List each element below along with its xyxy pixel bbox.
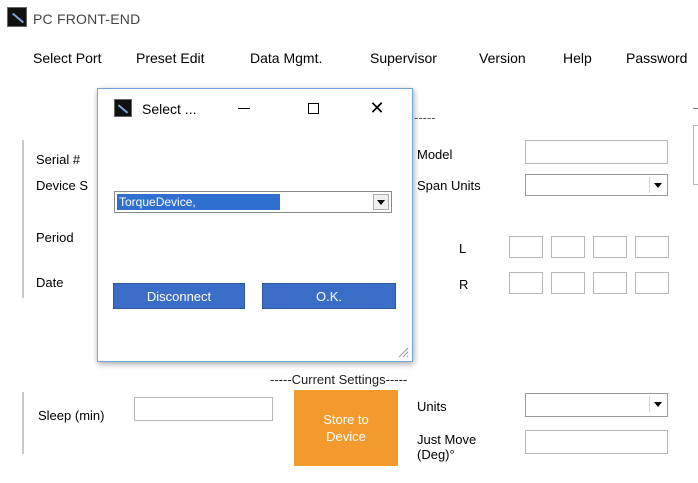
l-field-4[interactable] — [635, 236, 669, 258]
menu-password[interactable]: Password — [626, 50, 687, 66]
span-units-dropdown[interactable] — [525, 174, 668, 196]
sleep-field[interactable] — [134, 397, 273, 421]
maximize-icon — [307, 102, 319, 114]
minimize-button[interactable] — [223, 93, 265, 123]
r-field-1[interactable] — [509, 272, 543, 294]
date-label: Date — [36, 275, 64, 290]
model-label: Model — [417, 147, 453, 162]
units-label: Units — [417, 399, 447, 414]
period-label: Period — [36, 230, 74, 245]
section-divider-top: ----- — [414, 110, 436, 125]
menu-supervisor[interactable]: Supervisor — [370, 50, 437, 66]
l-field-1[interactable] — [509, 236, 543, 258]
app-icon — [7, 7, 27, 27]
l-field-3[interactable] — [593, 236, 627, 258]
device-select-dropdown[interactable]: TorqueDevice, — [114, 191, 392, 213]
maximize-button[interactable] — [292, 93, 334, 123]
side-panel-edge — [693, 125, 698, 185]
chevron-down-icon — [649, 396, 665, 412]
select-port-dialog: Select ... ✕ TorqueDevice, Disconnect O.… — [97, 88, 413, 362]
store-to-device-button[interactable]: Store to Device — [294, 390, 398, 466]
menu-data-mgmt[interactable]: Data Mgmt. — [250, 50, 322, 66]
r-label: R — [459, 277, 469, 292]
l-field-2[interactable] — [551, 236, 585, 258]
menu-version[interactable]: Version — [479, 50, 526, 66]
settings-border-left — [22, 392, 24, 454]
chevron-down-icon — [373, 194, 389, 210]
l-label: L — [459, 241, 467, 256]
resize-grip-icon[interactable] — [397, 346, 409, 358]
divider-stub — [693, 108, 698, 109]
model-field[interactable] — [525, 140, 668, 164]
sleep-label: Sleep (min) — [38, 408, 105, 423]
device-select-value: TorqueDevice, — [117, 194, 280, 210]
window-title: PC FRONT-END — [33, 11, 141, 27]
chevron-down-icon — [649, 177, 665, 193]
span-units-label: Span Units — [417, 178, 481, 193]
units-dropdown[interactable] — [525, 393, 668, 417]
disconnect-button[interactable]: Disconnect — [113, 283, 245, 309]
current-settings-heading: -----Current Settings----- — [270, 372, 408, 387]
dialog-app-icon — [114, 99, 132, 117]
menu-select-port[interactable]: Select Port — [33, 50, 101, 66]
ok-button[interactable]: O.K. — [262, 283, 396, 309]
close-icon: ✕ — [369, 97, 385, 118]
just-move-label: Just Move (Deg)° — [417, 432, 477, 462]
r-field-4[interactable] — [635, 272, 669, 294]
menu-bar: Select Port Preset Edit Data Mgmt. Super… — [0, 46, 698, 72]
serial-label: Serial # — [36, 152, 81, 167]
just-move-field[interactable] — [525, 430, 668, 454]
group-border-left — [22, 140, 24, 298]
menu-preset-edit[interactable]: Preset Edit — [136, 50, 204, 66]
close-button[interactable]: ✕ — [356, 93, 398, 123]
dialog-title: Select ... — [142, 101, 197, 117]
minimize-icon — [238, 107, 250, 109]
menu-help[interactable]: Help — [563, 50, 592, 66]
r-field-3[interactable] — [593, 272, 627, 294]
r-field-2[interactable] — [551, 272, 585, 294]
device-label: Device S — [36, 178, 89, 193]
